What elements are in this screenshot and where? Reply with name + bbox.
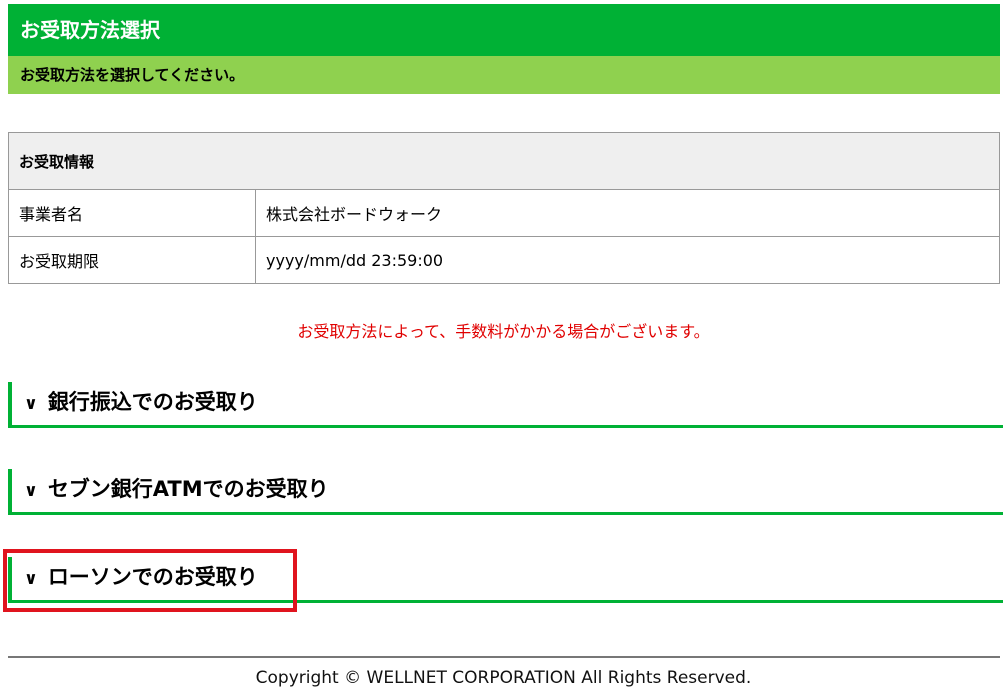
bank-transfer-section[interactable]: ∨ 銀行振込でのお受取り <box>8 382 1003 428</box>
seven-bank-atm-section[interactable]: ∨ セブン銀行ATMでのお受取り <box>8 469 1003 515</box>
business-name-label: 事業者名 <box>8 189 256 237</box>
deadline-label: お受取期限 <box>8 236 256 284</box>
highlight-box <box>3 549 297 612</box>
page-title: お受取方法選択 <box>8 4 1000 56</box>
receipt-info-table: お受取情報 事業者名 株式会社ボードウォーク お受取期限 yyyy/mm/dd … <box>8 132 1000 284</box>
fee-notice: お受取方法によって、手数料がかかる場合がございます。 <box>297 322 710 341</box>
receipt-info-heading: お受取情報 <box>8 132 1000 190</box>
section-label: 銀行振込でのお受取り <box>47 390 258 414</box>
table-row: お受取期限 yyyy/mm/dd 23:59:00 <box>8 236 1000 284</box>
copyright-text: Copyright © WELLNET CORPORATION All Righ… <box>255 668 752 688</box>
chevron-down-icon: ∨ <box>24 394 38 414</box>
footer-divider <box>8 656 1000 658</box>
deadline-value: yyyy/mm/dd 23:59:00 <box>255 236 1000 284</box>
chevron-down-icon: ∨ <box>24 481 38 501</box>
business-name-value: 株式会社ボードウォーク <box>255 189 1000 237</box>
table-header-row: お受取情報 <box>8 132 1000 190</box>
section-label: セブン銀行ATMでのお受取り <box>47 477 329 501</box>
table-row: 事業者名 株式会社ボードウォーク <box>8 189 1000 237</box>
page-subtitle: お受取方法を選択してください。 <box>8 56 1000 94</box>
